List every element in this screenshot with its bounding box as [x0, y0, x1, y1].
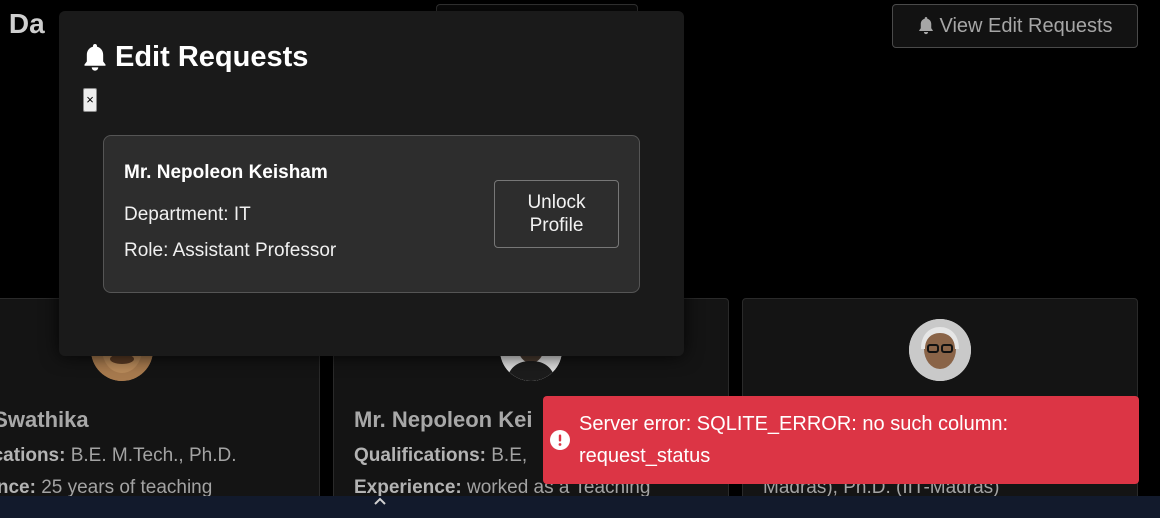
request-role: Role: Assistant Professor — [124, 240, 337, 261]
unlock-profile-button[interactable]: Unlock Profile — [494, 180, 619, 248]
error-icon — [550, 430, 570, 450]
bell-icon — [919, 17, 934, 35]
request-card: Mr. Nepoleon Keisham Department: IT Role… — [103, 135, 640, 293]
edit-requests-modal: Edit Requests × Mr. Nepoleon Keisham Dep… — [59, 11, 684, 356]
avatar — [909, 319, 971, 381]
chevron-up-icon[interactable] — [373, 496, 387, 506]
faculty-name: . Swathika — [0, 407, 89, 432]
view-edit-requests-label: View Edit Requests — [939, 14, 1113, 37]
view-edit-requests-button[interactable]: View Edit Requests — [892, 4, 1138, 48]
modal-title: Edit Requests — [81, 41, 308, 74]
bell-icon — [84, 43, 106, 71]
close-button[interactable]: × — [83, 88, 97, 112]
faculty-qualifications: fications: B.E. M.Tech., Ph.D. — [0, 445, 237, 466]
dashboard-title: n Da — [0, 8, 45, 39]
request-name: Mr. Nepoleon Keisham — [124, 162, 328, 183]
faculty-qualifications: Qualifications: B.E, — [354, 445, 528, 466]
faculty-name: Mr. Nepoleon Kei — [354, 407, 533, 432]
page: n Da View Edit Requests . Swathika ficat… — [0, 0, 1160, 518]
request-department: Department: IT — [124, 204, 251, 225]
error-message: Server error: SQLITE_ERROR: no such colu… — [579, 413, 1009, 467]
bottom-bar — [0, 496, 1160, 518]
modal-title-text: Edit Requests — [115, 41, 309, 73]
error-toast: Server error: SQLITE_ERROR: no such colu… — [543, 396, 1139, 484]
